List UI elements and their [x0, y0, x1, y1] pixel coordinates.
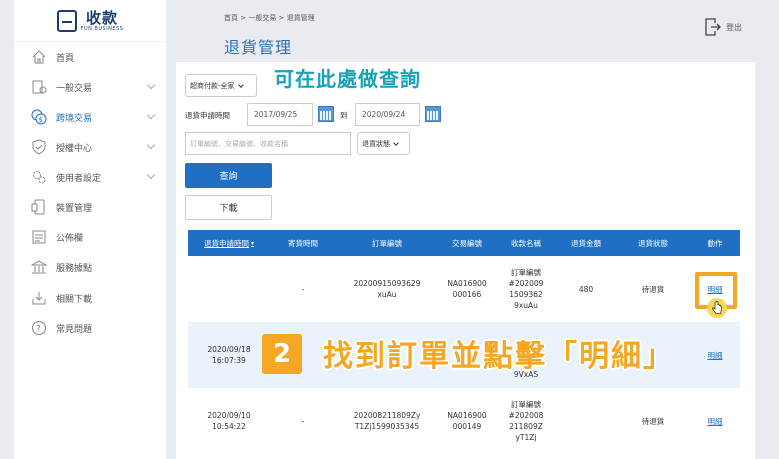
cell-status: 待退貨 — [641, 284, 665, 294]
hand-pointer-icon — [712, 300, 722, 314]
sidebar-item-label: 常見問題 — [56, 324, 93, 335]
brand-logo[interactable]: 收款 FUN BUSINESS — [14, 0, 166, 42]
page-title: 退貨管理 — [224, 38, 293, 57]
cell-order-no: 202008211809Zy T1Zj1599035345 — [353, 411, 421, 431]
brand-name: 收款 — [85, 8, 118, 27]
bulletin-icon — [30, 228, 48, 246]
table-header: 退貨申請時間 ▾ 寄貨時間 訂單編號 交易編號 收款名稱 退貨金額 退貨狀態 動… — [188, 230, 740, 256]
date-to-field[interactable]: 2020/09/24 — [355, 103, 420, 126]
column-header-order-no: 訂單編號 — [372, 238, 402, 248]
sort-caret-icon: ▾ — [250, 239, 254, 247]
sidebar-item-label: 授權中心 — [56, 143, 93, 154]
cell-apply-time: 2020/09/18 16:07:39 — [207, 345, 251, 365]
sidebar-item-service-locations[interactable]: 服務據點 — [14, 252, 166, 282]
cell-txn-no: NA016900 000149 — [447, 411, 487, 431]
chevron-down-icon — [146, 110, 156, 120]
bank-icon — [30, 258, 48, 276]
logout-icon — [705, 17, 721, 37]
sidebar: 收款 FUN BUSINESS 首頁 一般交易 $ 跨境交易 授權中心 使用者設… — [14, 0, 166, 459]
currency-exchange-icon: $ — [30, 108, 48, 126]
date-range-label: 退貨申請時間 — [185, 111, 230, 120]
details-link[interactable]: 明細 — [690, 388, 740, 454]
payment-type-select[interactable]: 超商付款-全家 — [185, 74, 257, 97]
details-link[interactable]: 明細 — [690, 322, 740, 388]
calendar-icon[interactable] — [318, 106, 334, 122]
query-button[interactable]: 查詢 — [185, 163, 272, 188]
svg-text:?: ? — [36, 325, 41, 335]
column-header-amount: 退貨金額 — [571, 238, 601, 248]
cell-status: 待退貨 — [641, 416, 665, 426]
chevron-down-icon — [146, 80, 156, 90]
cell-txn-no: NA016900 000166 — [447, 279, 487, 299]
sidebar-item-label: 使用者設定 — [56, 173, 102, 184]
brand-sub: FUN BUSINESS — [80, 25, 124, 32]
cell-order-no: 20200915093629 xuAu — [353, 279, 421, 299]
sidebar-item-label: 跨境交易 — [56, 113, 93, 124]
logo-mark-icon — [56, 9, 77, 32]
sidebar-item-authorization[interactable]: 授權中心 — [14, 132, 166, 162]
column-header-action: 動作 — [707, 238, 723, 248]
cell-name: 訂單編號 #202008 211809Z yT1Zj — [508, 400, 544, 442]
sidebar-item-device-management[interactable]: 裝置管理 — [14, 192, 166, 222]
sidebar-item-bulletin[interactable]: 公佈欄 — [14, 222, 166, 252]
sidebar-item-label: 一般交易 — [56, 83, 93, 94]
sidebar-item-label: 公佈欄 — [56, 233, 84, 244]
sidebar-item-cross-border[interactable]: $ 跨境交易 — [14, 102, 166, 132]
device-icon — [30, 198, 48, 216]
sidebar-item-label: 服務據點 — [56, 263, 93, 274]
cell-apply-time: 2020/09/10 10:54:22 — [207, 411, 251, 431]
sidebar-item-general-trade[interactable]: 一般交易 — [14, 72, 166, 102]
column-header-name: 收款名稱 — [511, 238, 541, 248]
column-header-ship-time: 寄貨時間 — [288, 238, 318, 248]
sidebar-item-label: 相關下載 — [56, 294, 93, 305]
column-header-apply-time[interactable]: 退貨申請時間 ▾ — [188, 230, 270, 256]
chevron-down-icon — [393, 139, 399, 146]
shield-icon — [30, 138, 48, 156]
query-hint-annotation: 可在此處做查詢 — [274, 67, 421, 91]
column-header-status: 退貨狀態 — [638, 238, 668, 248]
search-input[interactable]: 訂單編號、交易編號、收款名稱 — [185, 132, 351, 155]
cell-amount: 480 — [578, 284, 594, 294]
calendar-icon[interactable] — [425, 106, 441, 122]
logout-label: 登出 — [726, 22, 742, 32]
date-from-field[interactable]: 2017/09/25 — [247, 103, 313, 126]
step-instruction-text: 找到訂單並點擊「明細」 — [323, 339, 675, 374]
step-number-badge: 2 — [262, 334, 302, 374]
date-to-label: 到 — [340, 111, 348, 120]
chevron-down-icon — [146, 170, 156, 180]
cell-name: 訂單編號 #202009 1509362 9xuAu — [508, 268, 544, 310]
breadcrumb: 首頁 > 一般交易 > 退貨管理 — [224, 14, 315, 22]
download-button[interactable]: 下載 — [185, 195, 272, 220]
table-row: 2020/09/10 10:54:22 - 202008211809Zy T1Z… — [188, 388, 740, 454]
svg-text:$: $ — [39, 116, 43, 124]
sidebar-item-downloads[interactable]: 相關下載 — [14, 283, 166, 313]
table-row: - 20200915093629 xuAu NA016900 000166 訂單… — [188, 256, 740, 322]
question-icon: ? — [30, 319, 48, 337]
cell-ship-time: - — [301, 284, 305, 294]
chevron-down-icon — [146, 140, 156, 150]
cell-ship-time: - — [301, 416, 305, 426]
sidebar-item-faq[interactable]: ? 常見問題 — [14, 313, 166, 343]
logout-button[interactable]: 登出 — [705, 17, 742, 37]
payment-type-value: 超商付款-全家 — [190, 81, 235, 90]
gears-icon — [30, 168, 48, 186]
sidebar-item-user-settings[interactable]: 使用者設定 — [14, 162, 166, 192]
return-status-select[interactable]: 退貨狀態 — [357, 132, 410, 155]
sidebar-item-label: 裝置管理 — [56, 203, 93, 214]
coins-icon — [30, 78, 48, 96]
home-icon — [30, 48, 48, 66]
column-header-txn-no: 交易編號 — [452, 238, 482, 248]
download-icon — [30, 289, 48, 307]
return-status-value: 退貨狀態 — [362, 139, 390, 148]
sidebar-item-home[interactable]: 首頁 — [14, 42, 166, 72]
chevron-down-icon — [237, 81, 244, 88]
sidebar-item-label: 首頁 — [56, 53, 75, 64]
